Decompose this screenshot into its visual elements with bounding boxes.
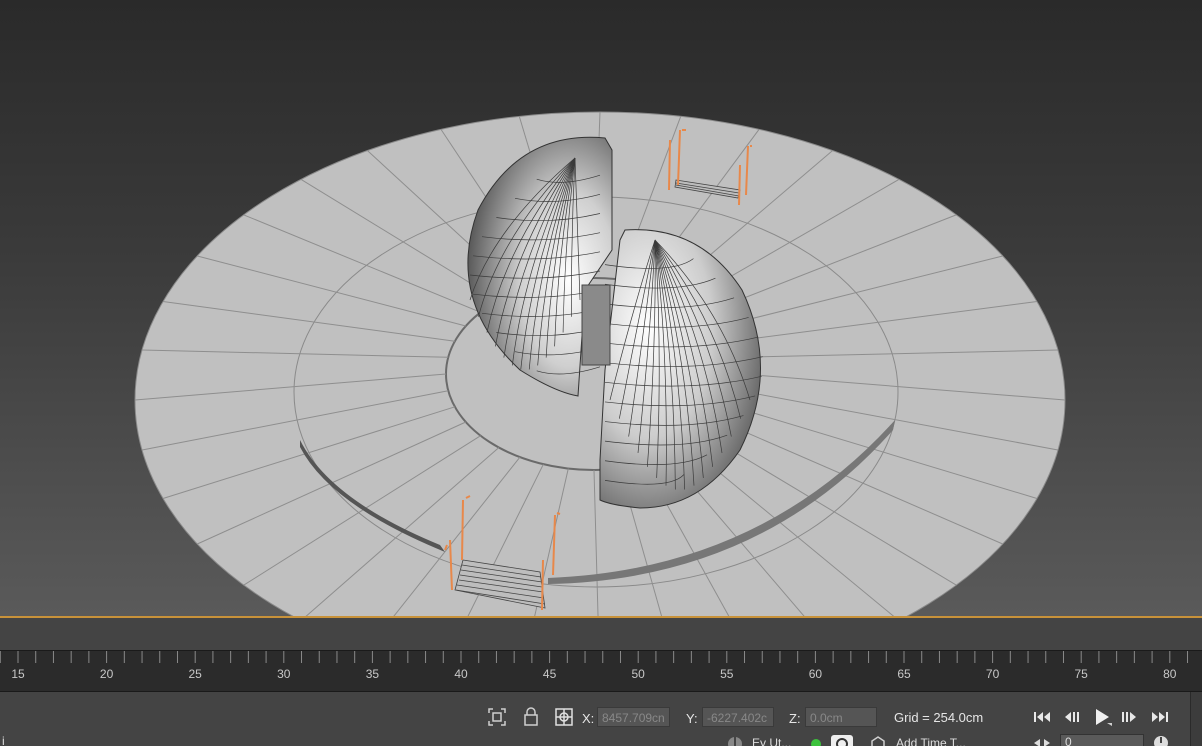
play-icon[interactable] bbox=[1092, 706, 1114, 728]
time-config-icon[interactable] bbox=[1152, 734, 1170, 746]
prompt-line-fragment: i bbox=[2, 734, 5, 746]
set-key-filter-text: Ey Ut... bbox=[752, 736, 792, 746]
isolate-icon[interactable] bbox=[486, 706, 508, 733]
perspective-viewport[interactable] bbox=[0, 0, 1202, 617]
timeline-label: 35 bbox=[365, 667, 380, 681]
viewport-bottom-area bbox=[0, 618, 1202, 650]
go-to-end-icon[interactable] bbox=[1149, 706, 1171, 728]
timeline-label: 70 bbox=[985, 667, 1000, 681]
timeline-label: 45 bbox=[542, 667, 557, 681]
frame-spinner-icon[interactable] bbox=[1032, 735, 1052, 746]
timeline-label: 65 bbox=[897, 667, 911, 681]
timeline-label: 25 bbox=[188, 667, 202, 681]
z-coordinate-field[interactable]: 0.0cm bbox=[805, 707, 877, 727]
timeline-ticks bbox=[0, 651, 1189, 663]
go-to-start-icon[interactable] bbox=[1031, 706, 1053, 728]
timeline-label: 50 bbox=[631, 667, 645, 681]
timeline-label: 20 bbox=[99, 667, 114, 681]
timeline-label: 55 bbox=[720, 667, 734, 681]
z-label: Z: bbox=[789, 711, 801, 726]
add-time-tag-icon[interactable] bbox=[870, 735, 886, 746]
next-frame-icon[interactable] bbox=[1118, 706, 1140, 728]
y-label: Y: bbox=[686, 711, 698, 726]
absolute-mode-icon[interactable] bbox=[553, 706, 575, 733]
key-mode-icon[interactable] bbox=[724, 734, 746, 746]
timeline-label: 60 bbox=[808, 667, 823, 681]
timeline-label: 30 bbox=[277, 667, 291, 681]
status-bar-lower-row: i Ey Ut... Add Time T... 0 bbox=[0, 734, 1202, 746]
y-coordinate-field[interactable]: -6227.402c bbox=[702, 707, 774, 727]
scene-geometry[interactable] bbox=[0, 0, 1202, 617]
time-slider-track[interactable]: 15 20 25 30 35 40 45 50 55 60 65 70 75 80 bbox=[0, 650, 1202, 692]
timeline-label: 40 bbox=[454, 667, 468, 681]
status-bar: X: 8457.709cn Y: -6227.402c Z: 0.0cm Gri… bbox=[0, 692, 1202, 746]
previous-frame-icon[interactable] bbox=[1062, 706, 1084, 728]
add-time-tag-label[interactable]: Add Time T... bbox=[896, 736, 966, 746]
lock-icon[interactable] bbox=[522, 706, 540, 733]
timeline-label: 15 bbox=[11, 667, 25, 681]
grid-size-readout: Grid = 254.0cm bbox=[894, 710, 984, 725]
center-block bbox=[581, 284, 611, 366]
x-label: X: bbox=[582, 711, 595, 726]
timeline-label: 80 bbox=[1163, 667, 1177, 681]
set-key-icon[interactable] bbox=[830, 734, 854, 746]
x-coordinate-field[interactable]: 8457.709cn bbox=[597, 707, 670, 727]
current-frame-field[interactable]: 0 bbox=[1060, 734, 1144, 746]
timeline-label: 75 bbox=[1074, 667, 1088, 681]
right-edge-panel bbox=[1190, 692, 1202, 746]
status-green-icon bbox=[810, 736, 822, 746]
